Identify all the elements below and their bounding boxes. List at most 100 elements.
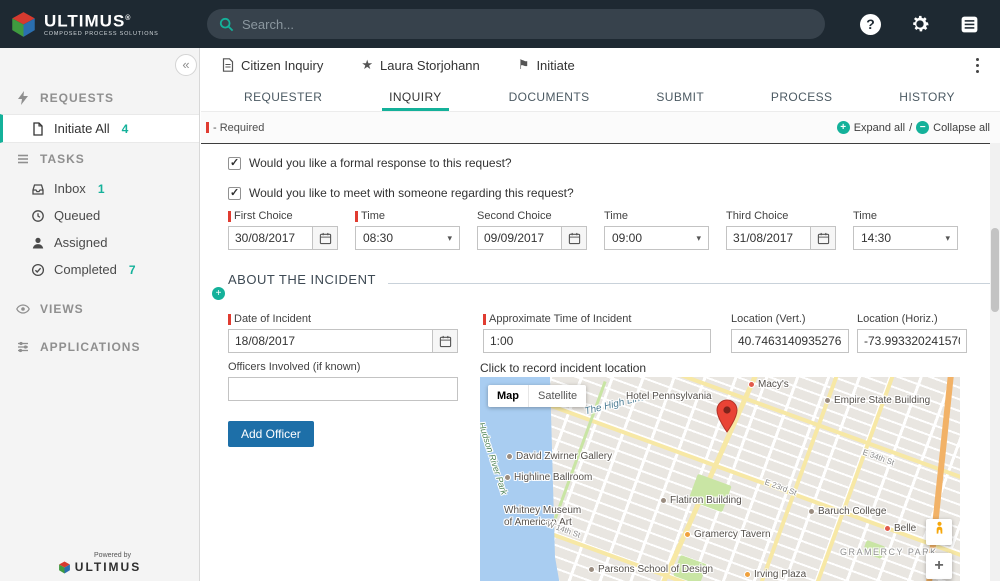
tab-process[interactable]: PROCESS: [764, 82, 839, 111]
user-name: Laura Storjohann: [380, 58, 480, 73]
star-icon: ★: [361, 57, 373, 73]
inbox-icon: [31, 182, 45, 196]
search-input[interactable]: [242, 17, 813, 32]
check-circle-icon: [31, 263, 45, 277]
brand-logo: ULTIMUS® COMPOSED PROCESS SOLUTIONS: [0, 11, 200, 38]
person-icon: [31, 236, 45, 250]
building-poi-icon: [660, 497, 667, 504]
time3-select[interactable]: 14:30▾: [853, 226, 958, 250]
tab-submit[interactable]: SUBMIT: [649, 82, 711, 111]
school-poi-icon: [808, 508, 815, 515]
section-label: TASKS: [40, 152, 85, 166]
location-marker-pin[interactable]: [716, 399, 738, 433]
calendar-icon[interactable]: [313, 226, 338, 250]
chevron-down-icon: ▾: [447, 233, 452, 244]
time1-select[interactable]: 08:30 ▾: [355, 226, 460, 250]
section-label: APPLICATIONS: [40, 340, 140, 354]
meeting-choices-row: First Choice Time 08:30▾ Second Choice T…: [228, 210, 990, 250]
collapse-all-label[interactable]: Collapse all: [933, 122, 990, 134]
tab-bar: REQUESTER INQUIRY DOCUMENTS SUBMIT PROCE…: [201, 82, 1000, 112]
brand-text: ULTIMUS® COMPOSED PROCESS SOLUTIONS: [44, 11, 159, 37]
form-document-icon: [222, 58, 234, 72]
vertical-scrollbar[interactable]: [990, 143, 1000, 581]
map-label: Baruch College: [808, 506, 886, 518]
map-type-satellite-button[interactable]: Satellite: [528, 385, 586, 407]
sidebar-section-views[interactable]: VIEWS: [0, 293, 199, 325]
expand-all-label[interactable]: Expand all: [854, 122, 905, 134]
footer-brand: ULTIMUS: [75, 560, 141, 574]
action-name: Initiate: [536, 58, 574, 73]
search-bar[interactable]: [207, 9, 825, 39]
field-label: First Choice: [234, 210, 293, 222]
meet-request-checkbox[interactable]: [228, 187, 241, 200]
time2-select[interactable]: 09:00▾: [604, 226, 709, 250]
formal-response-label: Would you like a formal response to this…: [249, 156, 512, 170]
sidebar-section-requests[interactable]: REQUESTS: [0, 82, 199, 114]
sidebar-item-inbox[interactable]: Inbox 1: [0, 175, 199, 202]
location-horiz-field: Location (Horiz.): [857, 313, 967, 353]
sidebar-collapse-button[interactable]: «: [175, 54, 197, 76]
incident-location-map[interactable]: Macy's The High Line Hotel Pennsylvania …: [480, 377, 960, 581]
sidebar-section-tasks[interactable]: TASKS: [0, 143, 199, 175]
tab-documents[interactable]: DOCUMENTS: [502, 82, 597, 111]
field-label: Time: [361, 210, 385, 222]
separator: /: [909, 122, 912, 134]
location-vert-input[interactable]: [731, 329, 849, 353]
tab-inquiry[interactable]: INQUIRY: [382, 82, 449, 111]
incident-date-input[interactable]: [228, 329, 433, 353]
sidebar-section-applications[interactable]: APPLICATIONS: [0, 331, 199, 363]
music-poi-icon: [744, 571, 751, 578]
powered-by-label: Powered by: [94, 552, 131, 559]
scrollbar-thumb[interactable]: [991, 228, 999, 312]
help-icon[interactable]: ?: [860, 14, 881, 35]
search-icon: [219, 17, 234, 32]
sidebar-item-queued[interactable]: Queued: [0, 202, 199, 229]
sidebar-item-completed[interactable]: Completed 7: [0, 256, 199, 283]
select-value: 14:30: [861, 231, 891, 245]
calendar-icon[interactable]: [433, 329, 458, 353]
field-label: Approximate Time of Incident: [489, 313, 631, 325]
zoom-in-button[interactable]: +: [926, 553, 952, 579]
form-viewport: Would you like a formal response to this…: [201, 143, 990, 581]
calendar-icon[interactable]: [811, 226, 836, 250]
add-officer-button[interactable]: Add Officer: [228, 421, 314, 447]
collapse-all-icon[interactable]: −: [916, 121, 929, 134]
field-label: Officers Involved (if known): [228, 361, 360, 373]
map-type-map-button[interactable]: Map: [488, 385, 528, 407]
tab-history[interactable]: HISTORY: [892, 82, 962, 111]
location-vert-field: Location (Vert.): [731, 313, 849, 353]
settings-gear-icon[interactable]: [909, 13, 931, 35]
sidebar-item-assigned[interactable]: Assigned: [0, 229, 199, 256]
more-options-icon[interactable]: [973, 55, 982, 76]
incident-time-input[interactable]: [483, 329, 711, 353]
formal-response-checkbox[interactable]: [228, 157, 241, 170]
first-choice-input[interactable]: [228, 226, 313, 250]
menu-icon[interactable]: [959, 14, 980, 35]
item-label: Initiate All: [54, 121, 110, 136]
section-collapse-icon[interactable]: +: [212, 287, 225, 300]
item-label: Queued: [54, 208, 100, 223]
hospital-poi-icon: [884, 525, 891, 532]
third-choice-input[interactable]: [726, 226, 811, 250]
sliders-icon: [16, 340, 30, 354]
count-badge: 1: [98, 182, 105, 196]
map-district-label: GRAMERCY PARK: [840, 547, 938, 557]
location-horiz-input[interactable]: [857, 329, 967, 353]
required-marker: [228, 314, 231, 325]
select-value: 08:30: [363, 231, 393, 245]
second-choice-input[interactable]: [477, 226, 562, 250]
restaurant-poi-icon: [684, 531, 691, 538]
officers-input[interactable]: [228, 377, 458, 401]
calendar-icon[interactable]: [562, 226, 587, 250]
time1-field: Time 08:30 ▾: [355, 210, 460, 250]
expand-all-icon[interactable]: +: [837, 121, 850, 134]
section-label: VIEWS: [40, 302, 84, 316]
tab-requester[interactable]: REQUESTER: [237, 82, 329, 111]
brand-name: ULTIMUS: [44, 12, 125, 31]
sidebar-item-initiate-all[interactable]: Initiate All 4: [0, 114, 199, 143]
count-badge: 7: [129, 263, 136, 277]
gallery-poi-icon: [506, 453, 513, 460]
building-poi-icon: [824, 397, 831, 404]
map-label: Empire State Building: [824, 395, 930, 407]
pegman-icon[interactable]: [926, 519, 952, 545]
